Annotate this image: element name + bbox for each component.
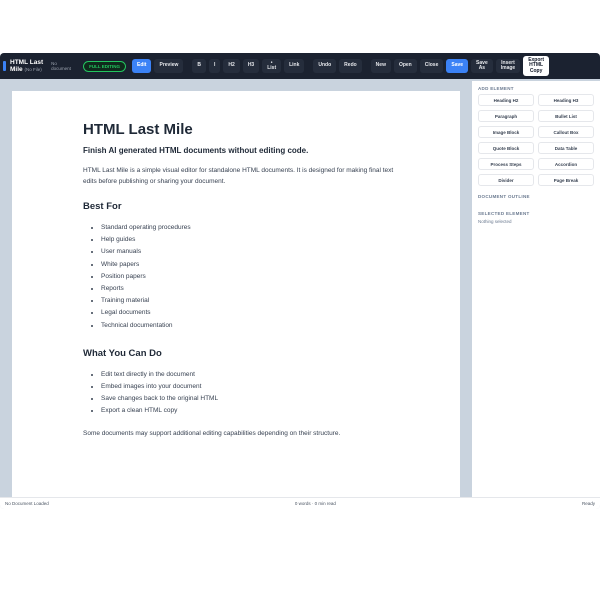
brand-title-mile: Mile <box>10 66 23 73</box>
italic-button[interactable]: I <box>209 59 221 73</box>
add-process-steps-button[interactable]: Process Steps <box>478 158 534 170</box>
list-item[interactable]: Reports <box>101 283 403 295</box>
word-count: 0 words · 0 min read <box>294 501 336 506</box>
list-button[interactable]: • List <box>262 59 282 73</box>
doc-title[interactable]: HTML Last Mile <box>83 121 403 138</box>
list-item[interactable]: White papers <box>101 259 403 271</box>
brand-file: (No File) <box>24 67 42 72</box>
list-label: List <box>267 65 277 71</box>
add-callout-box-button[interactable]: Callout Box <box>538 126 594 138</box>
add-bullet-list-button[interactable]: Bullet List <box>538 110 594 122</box>
brand-title-line2: Mile (No File) <box>10 66 43 73</box>
list-item[interactable]: Legal documents <box>101 307 403 319</box>
toolbar: HTML Last Mile (No File) No document FUL… <box>0 53 600 79</box>
undo-button[interactable]: Undo <box>313 59 337 73</box>
can-do-heading[interactable]: What You Can Do <box>83 348 403 359</box>
doc-closing[interactable]: Some documents may support additional ed… <box>83 428 403 439</box>
list-item[interactable]: Training material <box>101 295 403 307</box>
doc-status: No document <box>51 60 71 72</box>
list-item[interactable]: Save changes back to the original HTML <box>101 393 403 405</box>
save-as-line2: As <box>478 65 486 71</box>
add-divider-button[interactable]: Divider <box>478 174 534 186</box>
add-element-heading: ADD ELEMENT <box>478 86 514 91</box>
can-do-list: Edit text directly in the document Embed… <box>83 369 403 418</box>
list-item[interactable]: User manuals <box>101 246 403 258</box>
brand-title-line1: HTML Last <box>10 59 44 66</box>
h3-button[interactable]: H3 <box>242 59 260 73</box>
add-heading-h2-button[interactable]: Heading H2 <box>478 94 534 106</box>
edit-button[interactable]: Edit <box>132 59 152 73</box>
best-for-heading[interactable]: Best For <box>83 201 403 212</box>
add-quote-block-button[interactable]: Quote Block <box>478 142 534 154</box>
status-bar: No Document Loaded 0 words · 0 min read … <box>0 497 600 509</box>
selected-element-heading: SELECTED ELEMENT <box>478 211 530 216</box>
bold-button[interactable]: B <box>192 59 207 73</box>
list-item[interactable]: Embed images into your document <box>101 381 403 393</box>
add-paragraph-button[interactable]: Paragraph <box>478 110 534 122</box>
insert-image-button[interactable]: Insert Image <box>495 59 521 73</box>
export-html-copy-button[interactable]: Export HTML Copy <box>523 56 550 76</box>
brand-marker <box>3 61 6 71</box>
add-image-block-button[interactable]: Image Block <box>478 126 534 138</box>
add-accordion-button[interactable]: Accordion <box>538 158 594 170</box>
save-as-button[interactable]: Save As <box>471 59 493 73</box>
open-button[interactable]: Open <box>393 59 417 73</box>
list-item[interactable]: Edit text directly in the document <box>101 369 403 381</box>
add-element-grid: Heading H2 Heading H3 Paragraph Bullet L… <box>478 94 594 186</box>
preview-button[interactable]: Preview <box>154 59 184 73</box>
doc-lead[interactable]: Finish AI generated HTML documents witho… <box>83 146 403 155</box>
save-button[interactable]: Save <box>446 59 469 73</box>
list-item[interactable]: Standard operating procedures <box>101 222 403 234</box>
list-item[interactable]: Technical documentation <box>101 320 403 332</box>
status-left: No Document Loaded <box>5 501 49 506</box>
redo-button[interactable]: Redo <box>339 59 362 73</box>
close-button[interactable]: Close <box>419 59 444 73</box>
add-data-table-button[interactable]: Data Table <box>538 142 594 154</box>
document-outline-heading: DOCUMENT OUTLINE <box>478 194 530 199</box>
link-button[interactable]: Link <box>284 59 305 73</box>
status-right: Ready <box>581 501 595 506</box>
add-page-break-button[interactable]: Page Break <box>538 174 594 186</box>
doc-intro[interactable]: HTML Last Mile is a simple visual editor… <box>83 165 403 187</box>
new-button[interactable]: New <box>370 59 391 73</box>
brand: HTML Last Mile (No File) <box>10 59 43 73</box>
add-heading-h3-button[interactable]: Heading H3 <box>538 94 594 106</box>
selected-element-value: Nothing selected <box>478 219 512 224</box>
sidebar: ADD ELEMENT Heading H2 Heading H3 Paragr… <box>472 81 600 497</box>
mode-badge: FULL EDITING <box>83 60 127 72</box>
insert-image-line2: Image <box>500 65 516 71</box>
export-line3: Copy <box>529 67 543 74</box>
list-item[interactable]: Help guides <box>101 234 403 246</box>
best-for-list: Standard operating procedures Help guide… <box>83 222 403 332</box>
list-item[interactable]: Position papers <box>101 271 403 283</box>
document-content: HTML Last Mile Finish AI generated HTML … <box>83 121 403 453</box>
h2-button[interactable]: H2 <box>223 59 240 73</box>
list-item[interactable]: Export a clean HTML copy <box>101 405 403 417</box>
